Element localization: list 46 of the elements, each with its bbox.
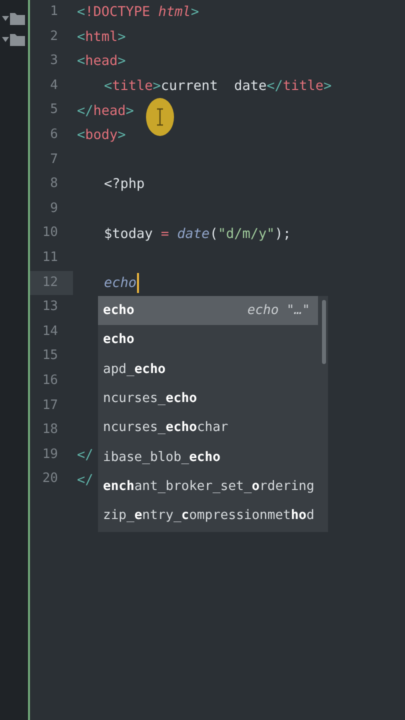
suggestion-item[interactable]: echo echo "…" bbox=[98, 296, 318, 326]
line-number: 7 bbox=[49, 150, 59, 169]
code-line: <title>current date</title> bbox=[104, 78, 332, 94]
line-number: 3 bbox=[49, 52, 59, 70]
code-line: </ bbox=[77, 446, 94, 463]
folder-icon[interactable] bbox=[10, 12, 25, 25]
code-line: <body> bbox=[77, 127, 126, 144]
line-number: 1 bbox=[49, 3, 59, 21]
line-number: 17 bbox=[41, 396, 59, 414]
code-line: echo bbox=[104, 274, 137, 291]
line-number: 4 bbox=[49, 76, 59, 95]
line-number: 11 bbox=[41, 248, 59, 267]
code-line: </head> bbox=[77, 102, 134, 119]
line-number: 18 bbox=[41, 421, 59, 440]
line-number: 6 bbox=[49, 126, 59, 144]
suggestion-item[interactable]: ibase_blob_echo bbox=[98, 442, 318, 472]
suggestion-item[interactable]: enchant_broker_set_ordering bbox=[98, 472, 318, 502]
code-line: </ bbox=[77, 472, 94, 488]
line-number: 13 bbox=[41, 298, 59, 316]
line-number: 2 bbox=[49, 28, 59, 46]
expanded-triangle-icon[interactable] bbox=[2, 36, 9, 43]
folder-icon[interactable] bbox=[10, 33, 25, 46]
line-number: 10 bbox=[41, 224, 59, 242]
code-line: <html> bbox=[77, 28, 126, 45]
line-number: 20 bbox=[41, 470, 59, 488]
suggestion-item[interactable]: ncurses_echochar bbox=[98, 413, 318, 442]
suggestion-item[interactable]: apd_echo bbox=[98, 354, 318, 384]
code-line: $today = date("d/m/y"); bbox=[104, 226, 291, 242]
line-number: 12 bbox=[30, 270, 73, 296]
line-number: 15 bbox=[41, 347, 59, 366]
line-number: 14 bbox=[41, 322, 59, 341]
expanded-triangle-icon[interactable] bbox=[2, 15, 9, 22]
scrollbar[interactable] bbox=[322, 300, 326, 364]
line-number: 19 bbox=[41, 446, 59, 464]
code-line: <?php bbox=[104, 176, 145, 192]
line-number: 5 bbox=[49, 101, 59, 120]
suggestion-item[interactable]: zip_entry_compressionmethod bbox=[98, 501, 318, 530]
text-cursor bbox=[136, 272, 139, 293]
line-number: 16 bbox=[41, 372, 59, 390]
code-line: <!DOCTYPE html> bbox=[77, 4, 199, 20]
code-line: <head> bbox=[77, 53, 126, 70]
suggestion-item[interactable]: ncurses_echo bbox=[98, 384, 318, 414]
line-number: 9 bbox=[49, 200, 59, 218]
cursor-highlight-icon bbox=[145, 97, 175, 137]
line-number: 8 bbox=[49, 175, 59, 194]
suggestion-item[interactable]: echo bbox=[98, 325, 318, 355]
